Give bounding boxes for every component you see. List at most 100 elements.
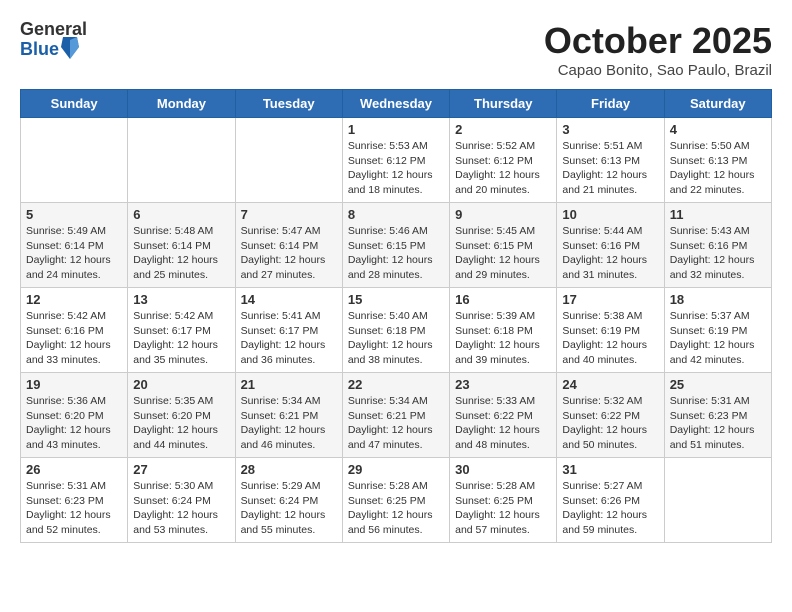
weekday-header: Friday (557, 90, 664, 118)
day-number: 29 (348, 462, 444, 477)
calendar-cell: 31 Sunrise: 5:27 AM Sunset: 6:26 PM Dayli… (557, 458, 664, 543)
day-info: Sunrise: 5:32 AM Sunset: 6:22 PM Dayligh… (562, 394, 658, 453)
logo: General Blue (20, 20, 87, 60)
day-number: 1 (348, 122, 444, 137)
weekday-header-row: SundayMondayTuesdayWednesdayThursdayFrid… (21, 90, 772, 118)
calendar-cell: 12 Sunrise: 5:42 AM Sunset: 6:16 PM Dayli… (21, 288, 128, 373)
calendar-cell: 3Sunrise: 5:51 AM Sunset: 6:13 PM Daylig… (557, 118, 664, 203)
day-info: Sunrise: 5:50 AM Sunset: 6:13 PM Dayligh… (670, 139, 766, 198)
calendar-cell: 13 Sunrise: 5:42 AM Sunset: 6:17 PM Dayli… (128, 288, 235, 373)
day-number: 8 (348, 207, 444, 222)
day-number: 30 (455, 462, 551, 477)
day-number: 18 (670, 292, 766, 307)
day-number: 17 (562, 292, 658, 307)
location: Capao Bonito, Sao Paulo, Brazil (544, 62, 772, 79)
day-info: Sunrise: 5:40 AM Sunset: 6:18 PM Dayligh… (348, 309, 444, 368)
calendar-cell: 15 Sunrise: 5:40 AM Sunset: 6:18 PM Dayli… (342, 288, 449, 373)
day-number: 15 (348, 292, 444, 307)
calendar-cell: 8Sunrise: 5:46 AM Sunset: 6:15 PM Daylig… (342, 203, 449, 288)
day-info: Sunrise: 5:42 AM Sunset: 6:17 PM Dayligh… (133, 309, 229, 368)
day-info: Sunrise: 5:45 AM Sunset: 6:15 PM Dayligh… (455, 224, 551, 283)
day-info: Sunrise: 5:27 AM Sunset: 6:26 PM Dayligh… (562, 479, 658, 538)
weekday-header: Sunday (21, 90, 128, 118)
calendar-cell (128, 118, 235, 203)
calendar-week-row: 26 Sunrise: 5:31 AM Sunset: 6:23 PM Dayli… (21, 458, 772, 543)
calendar-cell: 18 Sunrise: 5:37 AM Sunset: 6:19 PM Dayli… (664, 288, 771, 373)
day-info: Sunrise: 5:28 AM Sunset: 6:25 PM Dayligh… (348, 479, 444, 538)
calendar-cell: 16 Sunrise: 5:39 AM Sunset: 6:18 PM Dayli… (450, 288, 557, 373)
day-number: 31 (562, 462, 658, 477)
calendar-cell: 22Sunrise: 5:34 AM Sunset: 6:21 PM Dayli… (342, 373, 449, 458)
weekday-header: Monday (128, 90, 235, 118)
day-number: 6 (133, 207, 229, 222)
day-number: 7 (241, 207, 337, 222)
calendar-cell (235, 118, 342, 203)
day-number: 20 (133, 377, 229, 392)
calendar-cell: 1 Sunrise: 5:53 AM Sunset: 6:12 PM Daylig… (342, 118, 449, 203)
day-number: 4 (670, 122, 766, 137)
day-number: 25 (670, 377, 766, 392)
calendar-cell (664, 458, 771, 543)
day-info: Sunrise: 5:47 AM Sunset: 6:14 PM Dayligh… (241, 224, 337, 283)
day-number: 5 (26, 207, 122, 222)
day-info: Sunrise: 5:52 AM Sunset: 6:12 PM Dayligh… (455, 139, 551, 198)
day-info: Sunrise: 5:28 AM Sunset: 6:25 PM Dayligh… (455, 479, 551, 538)
calendar-cell: 20 Sunrise: 5:35 AM Sunset: 6:20 PM Dayli… (128, 373, 235, 458)
day-number: 9 (455, 207, 551, 222)
day-number: 21 (241, 377, 337, 392)
calendar-cell: 27 Sunrise: 5:30 AM Sunset: 6:24 PM Dayli… (128, 458, 235, 543)
day-number: 12 (26, 292, 122, 307)
calendar-cell (21, 118, 128, 203)
day-number: 26 (26, 462, 122, 477)
day-number: 22 (348, 377, 444, 392)
calendar-cell: 9 Sunrise: 5:45 AM Sunset: 6:15 PM Daylig… (450, 203, 557, 288)
calendar-cell: 23Sunrise: 5:33 AM Sunset: 6:22 PM Dayli… (450, 373, 557, 458)
day-info: Sunrise: 5:37 AM Sunset: 6:19 PM Dayligh… (670, 309, 766, 368)
day-info: Sunrise: 5:31 AM Sunset: 6:23 PM Dayligh… (26, 479, 122, 538)
calendar-week-row: 19Sunrise: 5:36 AM Sunset: 6:20 PM Dayli… (21, 373, 772, 458)
day-info: Sunrise: 5:30 AM Sunset: 6:24 PM Dayligh… (133, 479, 229, 538)
calendar-cell: 30 Sunrise: 5:28 AM Sunset: 6:25 PM Dayli… (450, 458, 557, 543)
calendar-cell: 21 Sunrise: 5:34 AM Sunset: 6:21 PM Dayli… (235, 373, 342, 458)
day-info: Sunrise: 5:29 AM Sunset: 6:24 PM Dayligh… (241, 479, 337, 538)
calendar-cell: 6Sunrise: 5:48 AM Sunset: 6:14 PM Daylig… (128, 203, 235, 288)
day-number: 24 (562, 377, 658, 392)
weekday-header: Thursday (450, 90, 557, 118)
title-block: October 2025 Capao Bonito, Sao Paulo, Br… (544, 20, 772, 79)
day-number: 2 (455, 122, 551, 137)
month-title: October 2025 (544, 20, 772, 62)
day-number: 19 (26, 377, 122, 392)
day-info: Sunrise: 5:53 AM Sunset: 6:12 PM Dayligh… (348, 139, 444, 198)
day-info: Sunrise: 5:49 AM Sunset: 6:14 PM Dayligh… (26, 224, 122, 283)
calendar-cell: 5 Sunrise: 5:49 AM Sunset: 6:14 PM Daylig… (21, 203, 128, 288)
logo-blue-text: Blue (20, 40, 59, 60)
calendar-cell: 26 Sunrise: 5:31 AM Sunset: 6:23 PM Dayli… (21, 458, 128, 543)
day-info: Sunrise: 5:51 AM Sunset: 6:13 PM Dayligh… (562, 139, 658, 198)
calendar-week-row: 12 Sunrise: 5:42 AM Sunset: 6:16 PM Dayli… (21, 288, 772, 373)
calendar-cell: 4 Sunrise: 5:50 AM Sunset: 6:13 PM Daylig… (664, 118, 771, 203)
day-info: Sunrise: 5:43 AM Sunset: 6:16 PM Dayligh… (670, 224, 766, 283)
day-info: Sunrise: 5:41 AM Sunset: 6:17 PM Dayligh… (241, 309, 337, 368)
day-info: Sunrise: 5:35 AM Sunset: 6:20 PM Dayligh… (133, 394, 229, 453)
calendar-week-row: 1 Sunrise: 5:53 AM Sunset: 6:12 PM Daylig… (21, 118, 772, 203)
day-number: 28 (241, 462, 337, 477)
weekday-header: Tuesday (235, 90, 342, 118)
weekday-header: Wednesday (342, 90, 449, 118)
day-number: 10 (562, 207, 658, 222)
calendar-table: SundayMondayTuesdayWednesdayThursdayFrid… (20, 89, 772, 543)
calendar-cell: 19Sunrise: 5:36 AM Sunset: 6:20 PM Dayli… (21, 373, 128, 458)
day-info: Sunrise: 5:39 AM Sunset: 6:18 PM Dayligh… (455, 309, 551, 368)
calendar-cell: 7 Sunrise: 5:47 AM Sunset: 6:14 PM Daylig… (235, 203, 342, 288)
day-info: Sunrise: 5:42 AM Sunset: 6:16 PM Dayligh… (26, 309, 122, 368)
day-number: 16 (455, 292, 551, 307)
calendar-cell: 11Sunrise: 5:43 AM Sunset: 6:16 PM Dayli… (664, 203, 771, 288)
weekday-header: Saturday (664, 90, 771, 118)
day-info: Sunrise: 5:44 AM Sunset: 6:16 PM Dayligh… (562, 224, 658, 283)
calendar-cell: 10 Sunrise: 5:44 AM Sunset: 6:16 PM Dayli… (557, 203, 664, 288)
day-info: Sunrise: 5:31 AM Sunset: 6:23 PM Dayligh… (670, 394, 766, 453)
calendar-cell: 24 Sunrise: 5:32 AM Sunset: 6:22 PM Dayli… (557, 373, 664, 458)
day-number: 27 (133, 462, 229, 477)
day-number: 13 (133, 292, 229, 307)
day-info: Sunrise: 5:34 AM Sunset: 6:21 PM Dayligh… (241, 394, 337, 453)
calendar-cell: 29 Sunrise: 5:28 AM Sunset: 6:25 PM Dayli… (342, 458, 449, 543)
